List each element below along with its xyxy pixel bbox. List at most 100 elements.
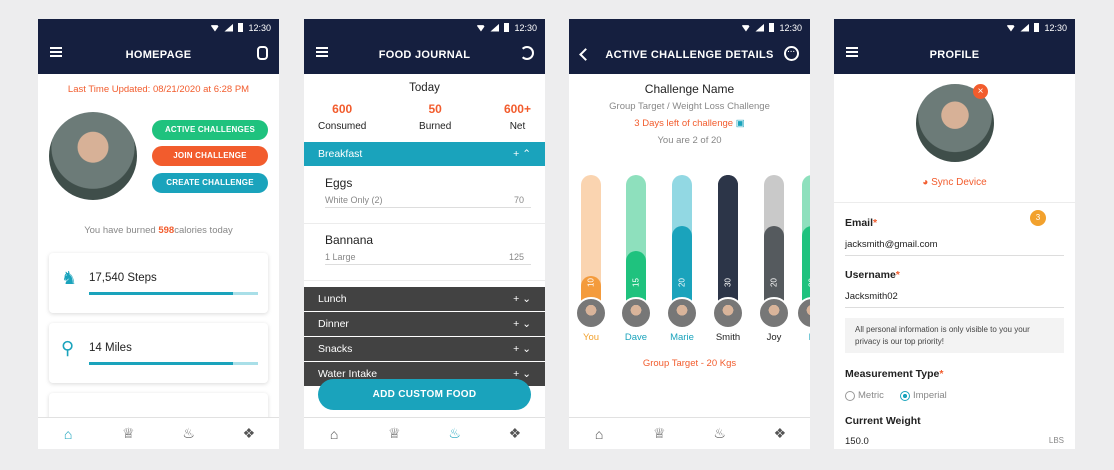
status-time: 12:30 xyxy=(779,22,802,33)
page-title: FOOD JOURNAL xyxy=(378,49,471,61)
today-label: Today xyxy=(409,82,440,94)
steps-card[interactable]: ♞ 17,540 Steps xyxy=(49,253,268,313)
trophy-icon[interactable]: ♕ xyxy=(651,425,667,442)
dumbbell-icon[interactable]: ❖ xyxy=(241,425,257,442)
app-bar: ACTIVE CHALLENGE DETAILS ··· xyxy=(569,36,810,74)
member-avatar[interactable] xyxy=(712,297,744,329)
dinner-header[interactable]: Dinner + ⌄ xyxy=(304,312,545,336)
food-item[interactable]: Bannana 1 Large 125 xyxy=(304,224,545,281)
profile-header: × ◕ Sync Device xyxy=(834,74,1075,202)
page-title: ACTIVE CHALLENGE DETAILS xyxy=(605,49,774,61)
add-expand-icon[interactable]: + ⌄ xyxy=(513,293,531,305)
add-expand-icon[interactable]: + ⌄ xyxy=(513,318,531,330)
create-challenge-button[interactable]: CREATE CHALLENGE xyxy=(152,173,268,193)
food-icon[interactable]: ♨ xyxy=(447,425,463,442)
active-challenges-button[interactable]: ACTIVE CHALLENGES xyxy=(152,120,268,140)
status-bar: 12:30 xyxy=(569,19,810,36)
breakfast-header[interactable]: Breakfast + ⌃ xyxy=(304,142,545,166)
home-icon[interactable]: ⌂ xyxy=(60,426,76,442)
meal-label: Dinner xyxy=(318,318,349,330)
add-collapse-icon[interactable]: + ⌃ xyxy=(513,148,531,160)
add-expand-icon[interactable]: + ⌄ xyxy=(513,343,531,355)
back-icon[interactable] xyxy=(579,48,592,61)
member-avatar[interactable] xyxy=(758,297,790,329)
bar-value-label: 20 xyxy=(769,278,779,287)
menu-icon[interactable] xyxy=(50,47,62,57)
miles-card[interactable]: ⚲ 14 Miles xyxy=(49,323,268,383)
miles-label: 14 Miles xyxy=(89,342,132,354)
history-icon[interactable] xyxy=(520,46,534,60)
calories-burned-text: You have burned 598calories today xyxy=(38,225,279,236)
member-avatar[interactable] xyxy=(575,297,607,329)
stat-label: Net xyxy=(509,121,526,132)
dumbbell-icon[interactable]: ❖ xyxy=(507,425,523,442)
challenge-name: Challenge Name xyxy=(644,82,735,96)
bar-value-label: 20 xyxy=(677,278,687,287)
bottom-nav: ⌂ ♕ ♨ ❖ xyxy=(569,417,810,449)
burned-prefix: You have burned xyxy=(84,225,156,236)
food-item[interactable]: Eggs White Only (2) 70 xyxy=(304,167,545,224)
status-bar: 12:30 xyxy=(834,19,1075,36)
weight-field[interactable]: 150.0 xyxy=(845,436,869,447)
metric-radio[interactable]: Metric xyxy=(845,390,884,401)
email-field[interactable]: jacksmith@gmail.com xyxy=(845,239,938,250)
calendar-icon[interactable]: ▣ xyxy=(736,118,745,129)
food-icon[interactable]: ♨ xyxy=(181,425,197,442)
member-name: Marie xyxy=(670,332,694,343)
location-pin-icon: ⚲ xyxy=(61,338,75,358)
stat-value: 50 xyxy=(428,102,442,116)
sync-device-button[interactable]: ◕ Sync Device xyxy=(834,177,1075,188)
battery-icon xyxy=(769,23,775,32)
member-avatar[interactable] xyxy=(620,297,652,329)
chat-icon[interactable]: ··· xyxy=(784,46,799,61)
required-mark: * xyxy=(873,217,878,229)
days-left: 3 Days left of challenge ▣ xyxy=(569,118,810,129)
signal-icon xyxy=(1020,23,1030,32)
lunch-header[interactable]: Lunch + ⌄ xyxy=(304,287,545,311)
measurement-label-text: Measurement Type xyxy=(845,368,940,380)
remove-photo-icon[interactable]: × xyxy=(973,84,988,99)
menu-icon[interactable] xyxy=(316,47,328,57)
radio-selected-icon xyxy=(900,390,910,401)
trophy-icon[interactable]: ♕ xyxy=(120,425,136,442)
status-bar: 12:30 xyxy=(38,19,279,36)
stat-value: 600 xyxy=(332,102,353,116)
miles-progress-track xyxy=(89,362,258,365)
dumbbell-icon[interactable]: ❖ xyxy=(772,425,788,442)
signal-icon xyxy=(224,23,234,32)
divider xyxy=(325,207,531,208)
days-left-text: 3 Days left of challenge xyxy=(634,118,734,129)
food-icon[interactable]: ♨ xyxy=(712,425,728,442)
steps-progress-fill xyxy=(89,292,233,295)
imperial-radio[interactable]: Imperial xyxy=(900,390,947,401)
signal-icon xyxy=(490,23,500,32)
stat-label: Burned xyxy=(419,121,452,132)
home-icon[interactable]: ⌂ xyxy=(591,426,607,442)
snacks-header[interactable]: Snacks + ⌄ xyxy=(304,337,545,361)
calorie-stats: 600 Consumed 50 Burned 600+ Net xyxy=(304,102,545,132)
user-position: You are 2 of 20 xyxy=(657,135,722,146)
food-cal: 70 xyxy=(513,195,524,205)
battery-icon xyxy=(1034,23,1040,32)
trophy-icon[interactable]: ♕ xyxy=(386,425,402,442)
menu-icon[interactable] xyxy=(846,47,858,57)
steps-label: 17,540 Steps xyxy=(89,272,157,284)
home-icon[interactable]: ⌂ xyxy=(326,426,342,442)
member-avatar[interactable] xyxy=(666,297,698,329)
add-custom-food-button[interactable]: ADD CUSTOM FOOD xyxy=(318,379,531,410)
divider xyxy=(845,307,1064,308)
divider xyxy=(325,264,531,265)
status-time: 12:30 xyxy=(248,22,271,33)
email-label: Email* xyxy=(845,217,877,229)
bottom-nav: ⌂ ♕ ♨ ❖ xyxy=(38,417,279,449)
bar-value-label: 20 xyxy=(807,278,811,287)
watch-icon[interactable] xyxy=(257,46,268,60)
food-journal-screen: 12:30 FOOD JOURNAL Today 600 Consumed 50 B… xyxy=(304,19,545,449)
bar-value-label: 15 xyxy=(631,278,641,287)
battery-icon xyxy=(504,23,510,32)
member-avatar[interactable] xyxy=(796,297,810,329)
sync-label: Sync Device xyxy=(931,177,987,188)
food-cal: 125 xyxy=(508,252,524,262)
join-challenge-button[interactable]: JOIN CHALLENGE xyxy=(152,146,268,166)
username-field[interactable]: Jacksmith02 xyxy=(845,291,898,302)
